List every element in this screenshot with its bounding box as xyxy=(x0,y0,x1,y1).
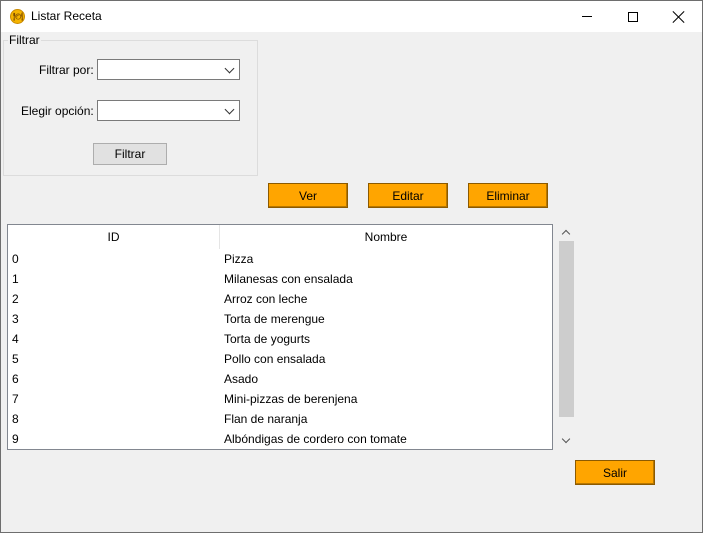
maximize-button[interactable] xyxy=(610,1,656,32)
minimize-icon xyxy=(582,16,592,17)
column-header-id[interactable]: ID xyxy=(8,225,220,249)
cell-nombre: Pizza xyxy=(224,252,254,266)
table-row[interactable]: 5 Pollo con ensalada xyxy=(8,349,552,369)
cell-nombre: Flan de naranja xyxy=(224,412,308,426)
filter-button[interactable]: Filtrar xyxy=(93,143,167,165)
table-header: ID Nombre xyxy=(8,225,552,249)
close-button[interactable] xyxy=(656,1,702,32)
cell-id: 8 xyxy=(12,412,19,426)
table-row[interactable]: 6 Asado xyxy=(8,369,552,389)
scroll-down-icon[interactable] xyxy=(561,434,571,444)
cell-nombre: Torta de yogurts xyxy=(224,332,311,346)
maximize-icon xyxy=(628,11,638,22)
table-row[interactable]: 7 Mini-pizzas de berenjena xyxy=(8,389,552,409)
table-row[interactable]: 8 Flan de naranja xyxy=(8,409,552,429)
cell-id: 3 xyxy=(12,312,19,326)
choose-option-label: Elegir opción: xyxy=(21,104,94,118)
filter-by-select[interactable] xyxy=(97,59,240,80)
table-row[interactable]: 2 Arroz con leche xyxy=(8,289,552,309)
exit-button[interactable]: Salir xyxy=(575,460,655,485)
choose-option-select[interactable] xyxy=(97,100,240,121)
cell-nombre: Pollo con ensalada xyxy=(224,352,326,366)
title-bar[interactable]: 🍽 Listar Receta xyxy=(1,1,702,32)
cell-nombre: Mini-pizzas de berenjena xyxy=(224,392,358,406)
recipes-table: ID Nombre 0 Pizza 1 Milanesas con ensalada 2… xyxy=(7,224,553,450)
cell-nombre: Torta de merengue xyxy=(224,312,325,326)
filter-group-title: Filtrar xyxy=(8,33,41,47)
cell-id: 1 xyxy=(12,272,19,286)
cell-id: 2 xyxy=(12,292,19,306)
table-scrollbar[interactable] xyxy=(558,224,575,450)
app-window: 🍽 Listar Receta Filtrar Filtrar por: Ele… xyxy=(0,0,703,533)
filter-by-label: Filtrar por: xyxy=(39,63,94,77)
cell-id: 0 xyxy=(12,252,19,266)
chevron-down-icon xyxy=(224,63,235,74)
cell-id: 9 xyxy=(12,432,19,446)
cell-id: 6 xyxy=(12,372,19,386)
edit-button[interactable]: Editar xyxy=(368,183,448,208)
recipe-app-icon: 🍽 xyxy=(10,9,25,24)
cell-nombre: Asado xyxy=(224,372,259,386)
delete-button[interactable]: Eliminar xyxy=(468,183,548,208)
cell-id: 4 xyxy=(12,332,19,346)
table-row[interactable]: 4 Torta de yogurts xyxy=(8,329,552,349)
window-title: Listar Receta xyxy=(31,9,102,23)
cell-nombre: Milanesas con ensalada xyxy=(224,272,353,286)
cell-nombre: Arroz con leche xyxy=(224,292,308,306)
column-header-nombre[interactable]: Nombre xyxy=(220,225,552,249)
view-button[interactable]: Ver xyxy=(268,183,348,208)
chevron-down-icon xyxy=(224,104,235,115)
table-row[interactable]: 3 Torta de merengue xyxy=(8,309,552,329)
scroll-up-icon[interactable] xyxy=(561,229,571,239)
cell-nombre: Albóndigas de cordero con tomate xyxy=(224,432,407,446)
table-row[interactable]: 0 Pizza xyxy=(8,249,552,269)
table-row[interactable]: 9 Albóndigas de cordero con tomate xyxy=(8,429,552,449)
table-row[interactable]: 1 Milanesas con ensalada xyxy=(8,269,552,289)
close-icon xyxy=(673,11,685,23)
minimize-button[interactable] xyxy=(564,1,610,32)
scrollbar-thumb[interactable] xyxy=(559,241,574,417)
cell-id: 5 xyxy=(12,352,19,366)
cell-id: 7 xyxy=(12,392,19,406)
